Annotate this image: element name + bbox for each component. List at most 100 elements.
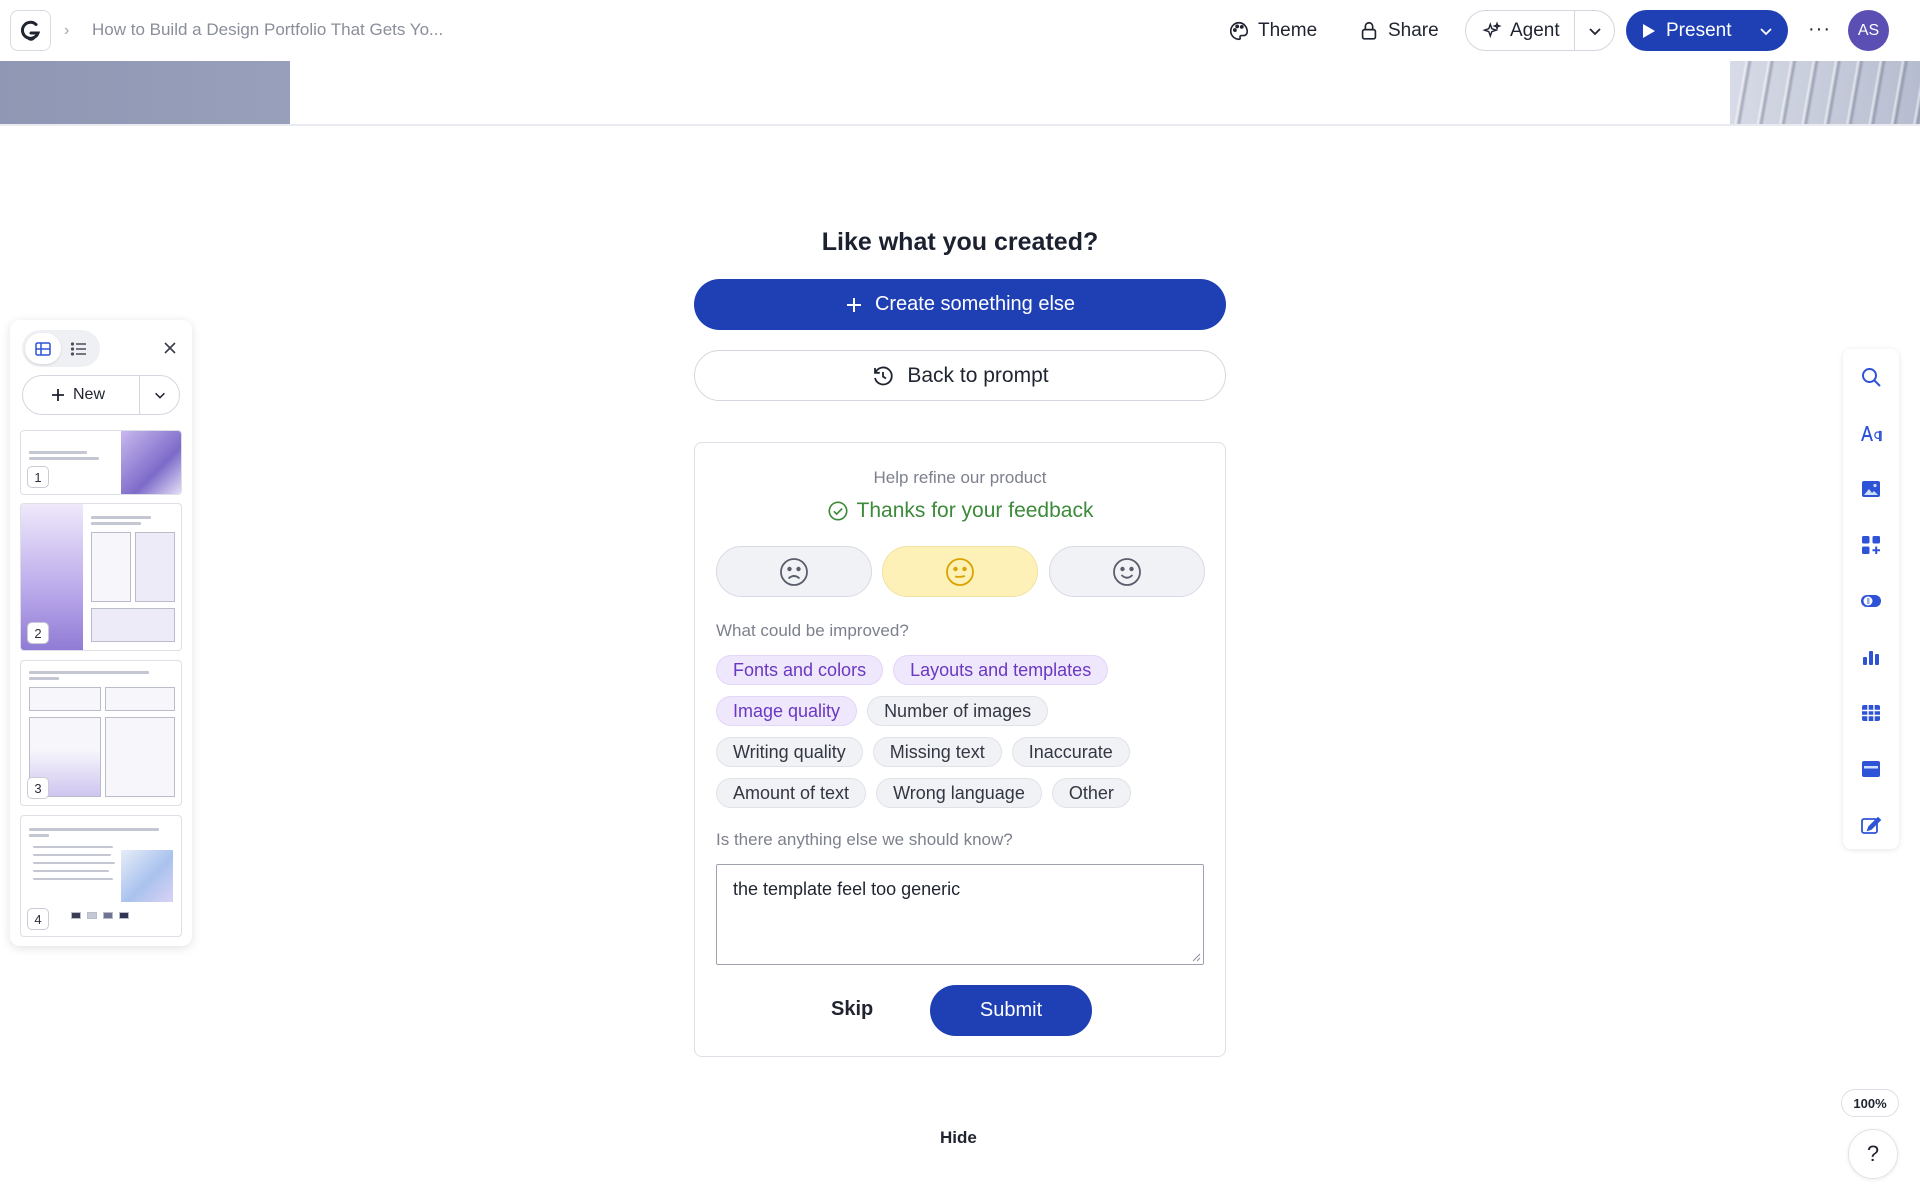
improvement-tags: Fonts and colors Layouts and templates I… [716, 655, 1216, 819]
thumbnail-swatch [87, 912, 97, 919]
gamma-logo-icon [20, 20, 40, 41]
tag-option[interactable]: Other [1051, 778, 1131, 808]
slide-thumbnail-panel: New 1 2 3 4 [10, 320, 192, 946]
table-tool[interactable] [1857, 699, 1885, 727]
feedback-thanks-message: Thanks for your feedback [695, 499, 1225, 523]
toggle-tool[interactable] [1857, 587, 1885, 615]
slide-thumbnail-3[interactable]: 3 [20, 660, 182, 806]
play-icon [1643, 23, 1655, 38]
slide-thumbnail-1[interactable]: 1 [20, 430, 182, 495]
add-block-icon [1862, 536, 1880, 554]
zoom-level-button[interactable]: 100% [1841, 1089, 1899, 1117]
tag-option[interactable]: Wrong language [876, 778, 1042, 808]
tag-option[interactable]: Writing quality [716, 737, 863, 767]
history-icon [874, 366, 893, 385]
tag-option[interactable]: Missing text [872, 737, 1002, 767]
rating-neutral-button[interactable] [882, 546, 1038, 597]
present-dropdown-toggle[interactable] [1744, 23, 1788, 39]
theme-label: Theme [1258, 20, 1318, 41]
slide-thumbnail-2[interactable]: 2 [20, 503, 182, 651]
improve-question: What could be improved? [716, 621, 909, 640]
document-title[interactable]: How to Build a Design Portfolio That Get… [92, 20, 443, 40]
tag-option[interactable]: Inaccurate [1011, 737, 1130, 767]
thumbnail-text-line [33, 862, 115, 864]
breadcrumb-chevron-icon: › [64, 22, 70, 39]
new-slide-button-group: New [22, 375, 180, 415]
text-style-icon [1861, 426, 1882, 442]
layout-tool[interactable] [1857, 755, 1885, 783]
submit-button[interactable]: Submit [930, 985, 1092, 1036]
rating-happy-button[interactable] [1049, 546, 1205, 597]
share-button[interactable]: Share [1358, 12, 1439, 50]
feedback-comment-textarea[interactable]: the template feel too generic [716, 864, 1204, 965]
skip-button[interactable]: Skip [831, 998, 873, 1021]
home-logo-button[interactable] [10, 10, 51, 51]
theme-button[interactable]: Theme [1228, 12, 1317, 50]
agent-button[interactable]: Agent [1466, 11, 1575, 50]
feedback-heading: Like what you created? [821, 228, 1099, 256]
tag-option[interactable]: Amount of text [716, 778, 867, 808]
help-button[interactable]: ? [1848, 1129, 1898, 1179]
palette-icon [1230, 21, 1249, 41]
thumbnail-block [91, 608, 175, 642]
close-icon [164, 342, 176, 354]
image-tool[interactable] [1857, 475, 1885, 503]
new-slide-dropdown-toggle[interactable] [140, 388, 179, 402]
chart-tool[interactable] [1857, 643, 1885, 671]
share-label: Share [1388, 20, 1439, 41]
edit-tool[interactable] [1857, 811, 1885, 839]
card-bottom-edge [290, 61, 1730, 125]
happy-face-icon [1113, 557, 1141, 586]
thumbnail-image [121, 850, 173, 902]
slide-thumbnail-4[interactable]: 4 [20, 815, 182, 937]
close-panel-button[interactable] [158, 336, 182, 360]
agent-dropdown-toggle[interactable] [1575, 23, 1614, 39]
thumbnail-swatch [71, 912, 81, 919]
new-slide-button[interactable]: New [23, 376, 140, 414]
anything-else-question: Is there anything else we should know? [716, 830, 1013, 849]
feedback-subtitle: Help refine our product [873, 468, 1047, 487]
card-background-banner [0, 61, 1920, 125]
present-button[interactable]: Present [1626, 10, 1744, 51]
thumbnail-text-line [33, 870, 109, 872]
search-icon [1862, 368, 1881, 387]
create-something-else-button[interactable]: Create something else [694, 279, 1226, 330]
toggle-icon [1861, 595, 1881, 607]
hide-button[interactable]: Hide [940, 1128, 977, 1148]
text-style-tool[interactable] [1857, 419, 1885, 447]
chart-icon [1863, 651, 1879, 665]
list-view-option[interactable] [61, 333, 97, 364]
thumbnail-swatch [119, 912, 129, 919]
tag-option[interactable]: Number of images [867, 696, 1049, 726]
feedback-card: Help refine our product Thanks for your … [694, 442, 1226, 1057]
slide-number: 2 [27, 622, 49, 644]
thumbnail-text-line [29, 834, 49, 837]
thumbnail-text-line [33, 846, 113, 848]
lock-icon [1361, 21, 1377, 40]
create-label: Create something else [874, 293, 1076, 315]
thumbnail-text-line [91, 522, 141, 525]
tag-option[interactable]: Layouts and templates [893, 655, 1109, 685]
thumbnail-block [105, 717, 175, 797]
tag-option[interactable]: Image quality [716, 696, 858, 726]
present-button-group: Present [1626, 10, 1788, 51]
more-options-button[interactable]: ··· [1808, 18, 1831, 41]
resize-grip-icon[interactable] [1191, 952, 1201, 962]
grid-view-option[interactable] [25, 333, 61, 364]
image-icon [1862, 481, 1880, 497]
thumbnail-text-line [29, 451, 87, 454]
search-tool[interactable] [1857, 363, 1885, 391]
thumbnail-text-line [29, 671, 149, 674]
chevron-down-icon [154, 392, 165, 399]
back-to-prompt-button[interactable]: Back to prompt [694, 350, 1226, 401]
banner-divider [0, 124, 1920, 126]
slide-number: 1 [27, 466, 49, 488]
tag-option[interactable]: Fonts and colors [716, 655, 884, 685]
thumbnail-swatch [103, 912, 113, 919]
thumbnail-block [91, 532, 131, 602]
add-block-tool[interactable] [1857, 531, 1885, 559]
rating-sad-button[interactable] [716, 546, 872, 597]
thumbnail-text-line [91, 516, 151, 519]
tag-row: Amount of text Wrong language Other [716, 778, 1216, 808]
user-avatar[interactable]: AS [1848, 10, 1889, 51]
